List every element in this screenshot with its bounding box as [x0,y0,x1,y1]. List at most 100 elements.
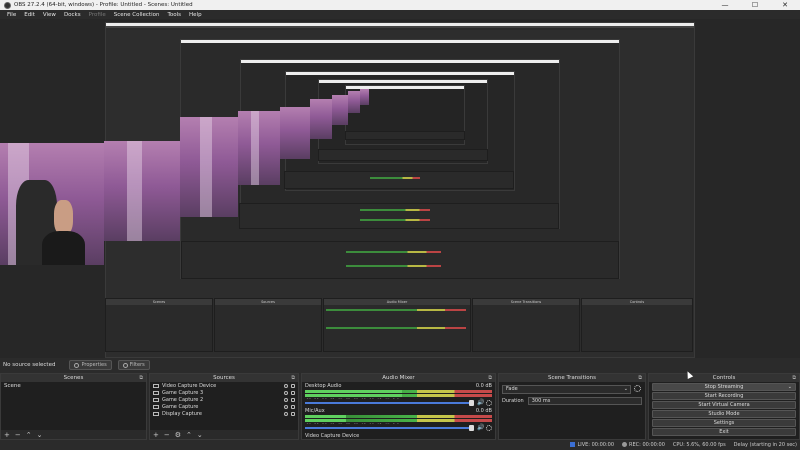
webcam-feed-nested-3 [238,111,280,185]
undock-icon[interactable]: ⧉ [291,374,295,382]
list-item[interactable]: Game Capture 3 [150,389,298,396]
lock-icon[interactable] [291,397,295,402]
move-down-icon[interactable]: ⌄ [197,431,203,439]
gamepad-icon [153,404,159,409]
speaker-icon[interactable]: 🔊 [477,425,484,431]
mixer-channel-video-capture: Video Capture Device [302,432,495,439]
menu-help[interactable]: Help [185,12,206,18]
undock-icon[interactable]: ⧉ [638,374,642,382]
studio-mode-button[interactable]: Studio Mode [652,410,796,418]
webcam-feed-nested-5 [310,99,332,139]
settings-button[interactable]: Settings [652,419,796,427]
maximize-button[interactable]: ☐ [740,0,770,10]
monitor-icon [153,411,159,416]
meter-fill [305,419,347,422]
channel-level: 0.0 dB [475,408,492,414]
webcam-feed-nested-8 [360,89,369,105]
gear-icon[interactable]: ⚙ [175,431,181,439]
meter-fill [305,415,347,418]
scene-transitions-dock: Scene Transitions ⧉ Fade ⌄ Duration 300 … [498,373,646,440]
list-item[interactable]: Game Capture 2 [150,396,298,403]
lock-icon[interactable] [291,383,295,388]
channel-name: Mic/Aux [305,408,325,414]
menu-edit[interactable]: Edit [20,12,39,18]
eye-icon[interactable] [284,383,288,388]
lock-icon[interactable] [291,404,295,409]
speaker-icon[interactable]: 🔊 [477,400,484,406]
duration-input[interactable]: 300 ms [527,397,642,405]
eye-icon[interactable] [284,397,288,402]
obs-logo-icon [4,1,11,9]
volume-meter [305,394,492,397]
live-status: LIVE: 00:00:00 [570,442,614,448]
volume-slider[interactable] [305,425,474,431]
start-recording-button[interactable]: Start Recording [652,392,796,400]
menu-bar: File Edit View Docks Profile Scene Colle… [0,10,800,19]
eye-icon[interactable] [284,390,288,395]
status-bar: LIVE: 00:00:00 REC: 00:00:00 CPU: 5.6%, … [0,440,800,450]
gear-icon[interactable] [486,425,492,431]
record-indicator-icon [622,442,628,447]
eye-icon[interactable] [284,404,288,409]
minimize-button[interactable]: — [710,0,740,10]
title-bar: OBS 27.2.4 (64-bit, windows) - Profile: … [0,0,800,10]
exit-button[interactable]: Exit [652,428,796,436]
move-down-icon[interactable]: ⌄ [37,431,43,439]
start-virtual-camera-button[interactable]: Start Virtual Camera [652,401,796,409]
list-item[interactable]: Display Capture [150,410,298,417]
remove-scene-icon[interactable]: − [15,431,21,439]
chevron-down-icon[interactable]: ⌄ [788,384,792,390]
meter-scale: -60 -55 -50 -45 -40 -35 -30 -25 -20 -15 … [305,422,400,424]
close-button[interactable]: ✕ [770,0,800,10]
gear-icon[interactable] [486,400,492,406]
lock-icon[interactable] [291,411,295,416]
menu-profile[interactable]: Profile [85,12,110,18]
live-indicator-icon [570,442,576,447]
slider-handle[interactable] [469,400,474,406]
stop-streaming-button[interactable]: Stop Streaming ⌄ [652,383,796,391]
controls-dock: Controls ⧉ Stop Streaming ⌄ Start Record… [648,373,800,440]
remove-source-icon[interactable]: − [164,431,170,439]
webcam-feed-nested-2 [180,117,238,217]
nested-docks-level-2 [181,241,619,279]
undock-icon[interactable]: ⧉ [139,374,143,382]
sources-list: Video Capture Device Game Capture 3 Game… [150,382,298,430]
nested-sources-dock: Sources [214,298,322,352]
source-toolbar: No source selected Properties Filters [0,358,800,372]
menu-tools[interactable]: Tools [163,12,185,18]
camera-icon [153,383,159,388]
eye-icon[interactable] [284,411,288,416]
window-controls: — ☐ ✕ [710,0,800,10]
list-item[interactable]: Scene [1,382,146,390]
mixer-channel-desktop-audio: Desktop Audio 0.0 dB -60 -55 -50 -45 -40… [302,382,495,407]
list-item[interactable]: Game Capture [150,403,298,410]
undock-icon[interactable]: ⧉ [488,374,492,382]
properties-button[interactable]: Properties [69,360,112,370]
channel-level: 0.0 dB [475,383,492,389]
list-item[interactable]: Video Capture Device [150,382,298,389]
move-up-icon[interactable]: ⌃ [186,431,192,439]
filter-icon [122,362,128,368]
add-scene-icon[interactable]: + [4,431,10,439]
scenes-dock: Scenes ⧉ Scene + − ⌃ ⌄ [0,373,147,440]
sources-dock: Sources ⧉ Video Capture Device Game Capt… [149,373,299,440]
add-source-icon[interactable]: + [153,431,159,439]
menu-view[interactable]: View [39,12,60,18]
transition-select[interactable]: Fade ⌄ [502,385,631,394]
preview-canvas[interactable]: Scenes Sources Audio Mixer Scene Transit… [0,19,800,358]
filters-button[interactable]: Filters [117,360,150,370]
gear-icon[interactable] [634,385,641,392]
nested-scenes-dock: Scenes [105,298,213,352]
move-up-icon[interactable]: ⌃ [26,431,32,439]
webcam-feed [0,143,104,265]
menu-docks[interactable]: Docks [60,12,85,18]
duration-row: Duration 300 ms [502,397,642,405]
nested-docks-level-4 [284,171,514,189]
volume-slider[interactable] [305,400,474,406]
menu-scene-collection[interactable]: Scene Collection [110,12,164,18]
menu-file[interactable]: File [3,12,20,18]
undock-icon[interactable]: ⧉ [792,374,796,382]
slider-handle[interactable] [469,425,474,431]
nested-meter [360,219,430,221]
lock-icon[interactable] [291,390,295,395]
